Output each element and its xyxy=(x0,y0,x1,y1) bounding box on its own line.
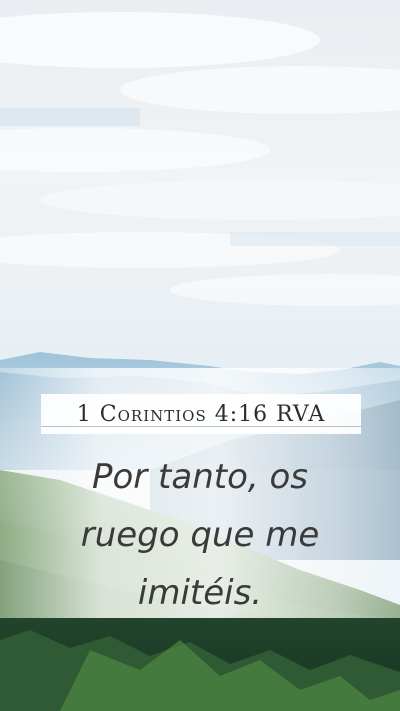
verse-reference: 1 Corintios 4:16 RVA xyxy=(76,401,326,427)
verse-line: imitéis. xyxy=(137,573,263,613)
verse-line: ruego que me xyxy=(80,515,320,555)
reference-underline xyxy=(41,426,361,427)
reference-box: 1 Corintios 4:16 RVA xyxy=(41,394,361,434)
verse-line: Por tanto, os xyxy=(91,457,309,497)
wallpaper: 1 Corintios 4:16 RVA Por tanto, os ruego… xyxy=(0,0,400,711)
verse-text: Por tanto, os ruego que me imitéis. xyxy=(20,448,380,622)
